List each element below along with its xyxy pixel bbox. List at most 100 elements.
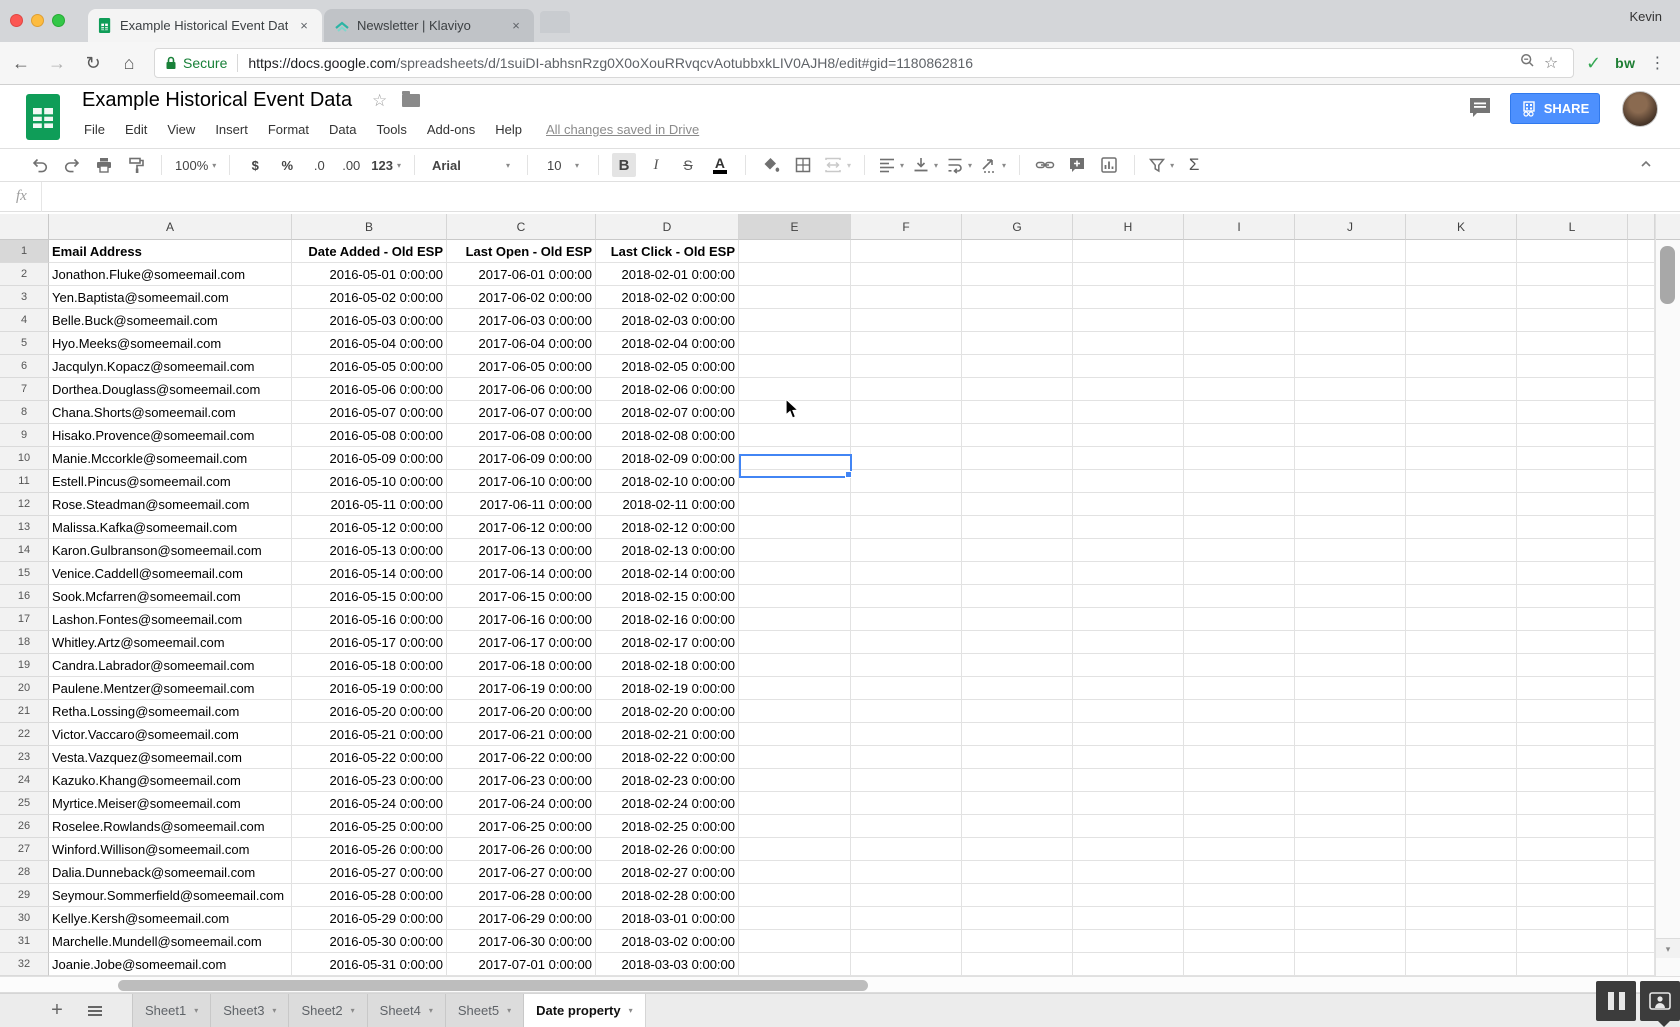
formula-input[interactable] [42,182,1680,211]
cell[interactable] [739,539,851,562]
cell[interactable] [962,309,1073,332]
cell[interactable] [962,815,1073,838]
cell[interactable] [1406,884,1517,907]
new-tab-button[interactable] [540,11,570,33]
cell[interactable]: Dorthea.Douglass@someemail.com [49,378,292,401]
cell[interactable] [1073,815,1184,838]
cell[interactable]: 2017-06-02 0:00:00 [447,286,596,309]
cell[interactable] [1628,309,1655,332]
cell[interactable] [739,861,851,884]
row-header-26[interactable]: 26 [0,815,49,838]
cell[interactable] [962,907,1073,930]
cell[interactable]: 2017-06-06 0:00:00 [447,378,596,401]
cell[interactable]: 2018-02-13 0:00:00 [596,539,739,562]
row-header-18[interactable]: 18 [0,631,49,654]
cell[interactable]: 2017-06-08 0:00:00 [447,424,596,447]
column-header-L[interactable]: L [1517,214,1628,240]
cell[interactable] [739,907,851,930]
cell[interactable]: 2017-06-22 0:00:00 [447,746,596,769]
cell[interactable] [1628,539,1655,562]
cell[interactable] [1073,562,1184,585]
strikethrough-button[interactable]: S [676,153,700,177]
sheet-tab-sheet1[interactable]: Sheet1▾ [132,994,211,1027]
cell[interactable]: 2017-06-21 0:00:00 [447,723,596,746]
borders-icon[interactable] [791,153,815,177]
cell[interactable]: 2016-05-20 0:00:00 [292,700,447,723]
cell[interactable] [1073,539,1184,562]
cell[interactable]: 2018-02-03 0:00:00 [596,309,739,332]
cell[interactable] [1184,516,1295,539]
cell[interactable]: 2016-05-24 0:00:00 [292,792,447,815]
cell[interactable]: Chana.Shorts@someemail.com [49,401,292,424]
cell[interactable] [1184,861,1295,884]
cell[interactable] [1406,585,1517,608]
cell[interactable]: 2018-02-19 0:00:00 [596,677,739,700]
cell[interactable] [851,815,962,838]
cell[interactable] [1517,815,1628,838]
cell[interactable] [851,286,962,309]
document-title[interactable]: Example Historical Event Data [82,89,352,112]
cell[interactable]: 2017-06-18 0:00:00 [447,654,596,677]
cell[interactable] [1406,930,1517,953]
cell[interactable] [1517,700,1628,723]
cell[interactable]: 2018-02-10 0:00:00 [596,470,739,493]
cell[interactable] [851,608,962,631]
cell[interactable] [851,907,962,930]
row-header-17[interactable]: 17 [0,608,49,631]
cell[interactable] [739,700,851,723]
cell[interactable] [1406,677,1517,700]
cell[interactable]: Manie.Mccorkle@someemail.com [49,447,292,470]
format-currency-button[interactable]: $ [243,153,267,177]
cell[interactable] [1073,700,1184,723]
cell[interactable] [1517,516,1628,539]
cell[interactable] [1517,723,1628,746]
cell[interactable] [1184,884,1295,907]
cell[interactable] [1517,792,1628,815]
cell[interactable]: Jonathon.Fluke@someemail.com [49,263,292,286]
cell[interactable]: Victor.Vaccaro@someemail.com [49,723,292,746]
cell[interactable]: 2016-05-21 0:00:00 [292,723,447,746]
cell[interactable]: 2016-05-22 0:00:00 [292,746,447,769]
cell[interactable]: 2017-06-01 0:00:00 [447,263,596,286]
cell[interactable]: 2016-05-14 0:00:00 [292,562,447,585]
cell[interactable] [1184,838,1295,861]
cell[interactable] [1406,516,1517,539]
cell[interactable] [962,953,1073,976]
cell[interactable] [962,470,1073,493]
insert-comment-icon[interactable] [1065,153,1089,177]
cell[interactable] [1517,493,1628,516]
cell[interactable]: 2016-05-10 0:00:00 [292,470,447,493]
cell[interactable] [1295,907,1406,930]
cell[interactable] [1184,585,1295,608]
cell[interactable] [1628,884,1655,907]
cell[interactable] [1517,355,1628,378]
insert-link-icon[interactable] [1033,153,1057,177]
cell[interactable] [739,355,851,378]
cell[interactable]: 2016-05-30 0:00:00 [292,930,447,953]
cell[interactable]: Myrtice.Meiser@someemail.com [49,792,292,815]
cell[interactable] [1184,953,1295,976]
vertical-scrollbar-thumb[interactable] [1660,246,1675,304]
cell[interactable] [1628,608,1655,631]
cell[interactable] [1517,447,1628,470]
zoom-search-icon[interactable] [1515,53,1539,73]
cell[interactable]: 2017-06-30 0:00:00 [447,930,596,953]
cell[interactable]: 2017-06-03 0:00:00 [447,309,596,332]
cell[interactable] [1073,516,1184,539]
cell[interactable]: Date Added - Old ESP [292,240,447,263]
cell[interactable] [1073,424,1184,447]
row-header-23[interactable]: 23 [0,746,49,769]
column-header-E[interactable]: E [739,214,851,240]
cell[interactable] [1184,263,1295,286]
column-header-H[interactable]: H [1073,214,1184,240]
row-header-19[interactable]: 19 [0,654,49,677]
cell[interactable] [1406,792,1517,815]
window-close-button[interactable] [10,14,23,27]
paint-format-icon[interactable] [124,153,148,177]
cell[interactable]: 2017-06-14 0:00:00 [447,562,596,585]
cell[interactable] [1517,401,1628,424]
cell[interactable] [1184,470,1295,493]
cell[interactable]: 2016-05-31 0:00:00 [292,953,447,976]
cell[interactable]: 2017-06-27 0:00:00 [447,861,596,884]
cell[interactable] [1073,355,1184,378]
